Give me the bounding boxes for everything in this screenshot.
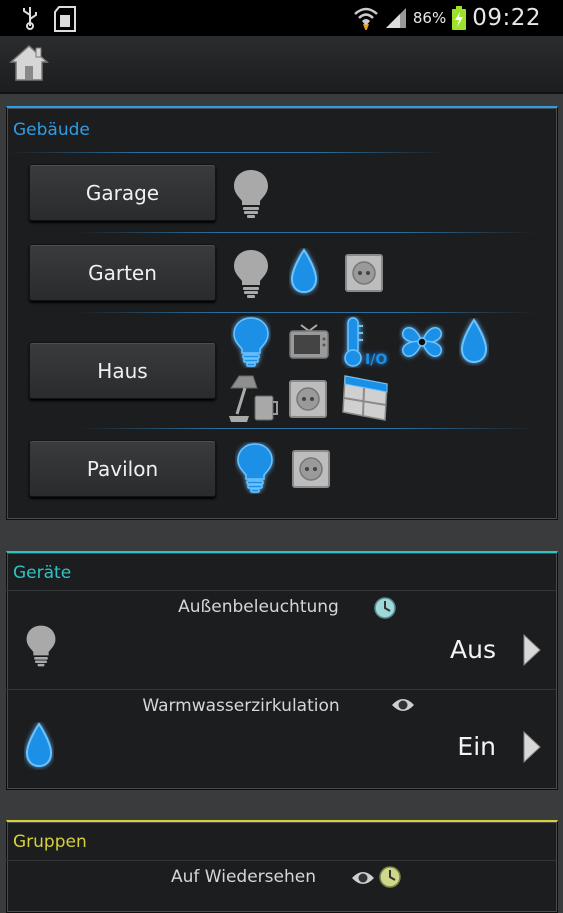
device-row-aussenbeleuchtung[interactable]: Außenbeleuchtung Aus — [6, 591, 556, 688]
bulb-on-icon — [237, 443, 273, 493]
power-socket-icon — [289, 380, 327, 418]
clock-time: 09:22 — [472, 5, 541, 31]
garten-button-label: Garten — [88, 260, 157, 285]
garage-button[interactable]: Garage — [29, 164, 216, 221]
buildings-panel: Gebäude Garage Garten Haus I/O Pavilon — [6, 106, 558, 520]
device-state: Aus — [450, 635, 496, 664]
usb-icon — [23, 7, 37, 30]
device-state: Ein — [457, 732, 496, 761]
eye-icon — [352, 872, 374, 884]
device-row-warmwasserzirkulation[interactable]: Warmwasserzirkulation Ein — [6, 690, 556, 786]
bulb-on-icon — [233, 317, 269, 367]
group-name: Auf Wiedersehen — [171, 867, 316, 887]
panel-title: Geräte — [13, 563, 72, 583]
water-drop-on-icon — [461, 319, 487, 363]
signal-icon — [385, 8, 406, 28]
bulb-off-icon — [26, 625, 56, 667]
tv-icon — [289, 324, 329, 359]
water-drop-on-icon — [291, 249, 317, 293]
water-drop-on-icon — [26, 723, 52, 767]
battery-charging-icon — [452, 6, 467, 30]
action-bar — [0, 36, 563, 94]
panel-title: Gebäude — [13, 120, 90, 140]
chevron-right-icon[interactable] — [522, 730, 542, 764]
svg-text:I/O: I/O — [365, 352, 387, 368]
bulb-off-icon — [234, 250, 268, 298]
clock-icon — [374, 597, 396, 619]
eye-icon — [392, 699, 414, 711]
panel-title: Gruppen — [13, 832, 87, 852]
power-socket-icon — [292, 450, 330, 488]
garage-button-label: Garage — [85, 180, 160, 205]
pavilon-button-label: Pavilon — [86, 456, 159, 481]
fan-icon — [402, 327, 442, 357]
device-name: Außenbeleuchtung — [178, 597, 339, 617]
garten-button[interactable]: Garten — [29, 244, 216, 301]
haus-button-label: Haus — [97, 358, 148, 383]
haus-button[interactable]: Haus — [29, 342, 216, 399]
group-row-auf-wiedersehen[interactable]: Auf Wiedersehen — [6, 861, 556, 900]
bulb-off-icon — [234, 170, 268, 218]
thermometer-io-icon: I/O — [344, 317, 387, 368]
chevron-right-icon[interactable] — [522, 633, 542, 667]
kitchen-appliances-icon — [229, 375, 278, 422]
battery-percent: 86% — [412, 9, 447, 27]
power-socket-icon — [345, 254, 383, 292]
clock-icon — [379, 866, 401, 888]
sd-card-icon — [54, 6, 76, 32]
wifi-icon — [354, 7, 378, 30]
home-icon[interactable] — [9, 44, 49, 82]
pavilon-button[interactable]: Pavilon — [29, 440, 216, 497]
window-blind-icon — [342, 375, 388, 421]
status-bar: 86% 09:22 — [0, 0, 563, 36]
